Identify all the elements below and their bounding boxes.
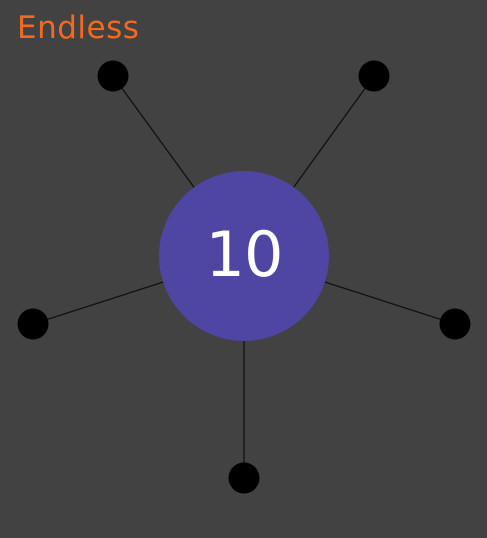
game-mode-label: Endless bbox=[17, 10, 140, 46]
pin-upper-left-head bbox=[97, 60, 129, 92]
game-board[interactable]: 10 Endless bbox=[0, 0, 487, 538]
pin-upper-right-head bbox=[358, 60, 390, 92]
pin-right-head bbox=[439, 308, 471, 340]
center-hub[interactable]: 10 bbox=[159, 171, 329, 341]
pin-bottom-head bbox=[228, 462, 260, 494]
pin-left-head bbox=[17, 308, 49, 340]
pins-remaining-count: 10 bbox=[205, 218, 284, 291]
